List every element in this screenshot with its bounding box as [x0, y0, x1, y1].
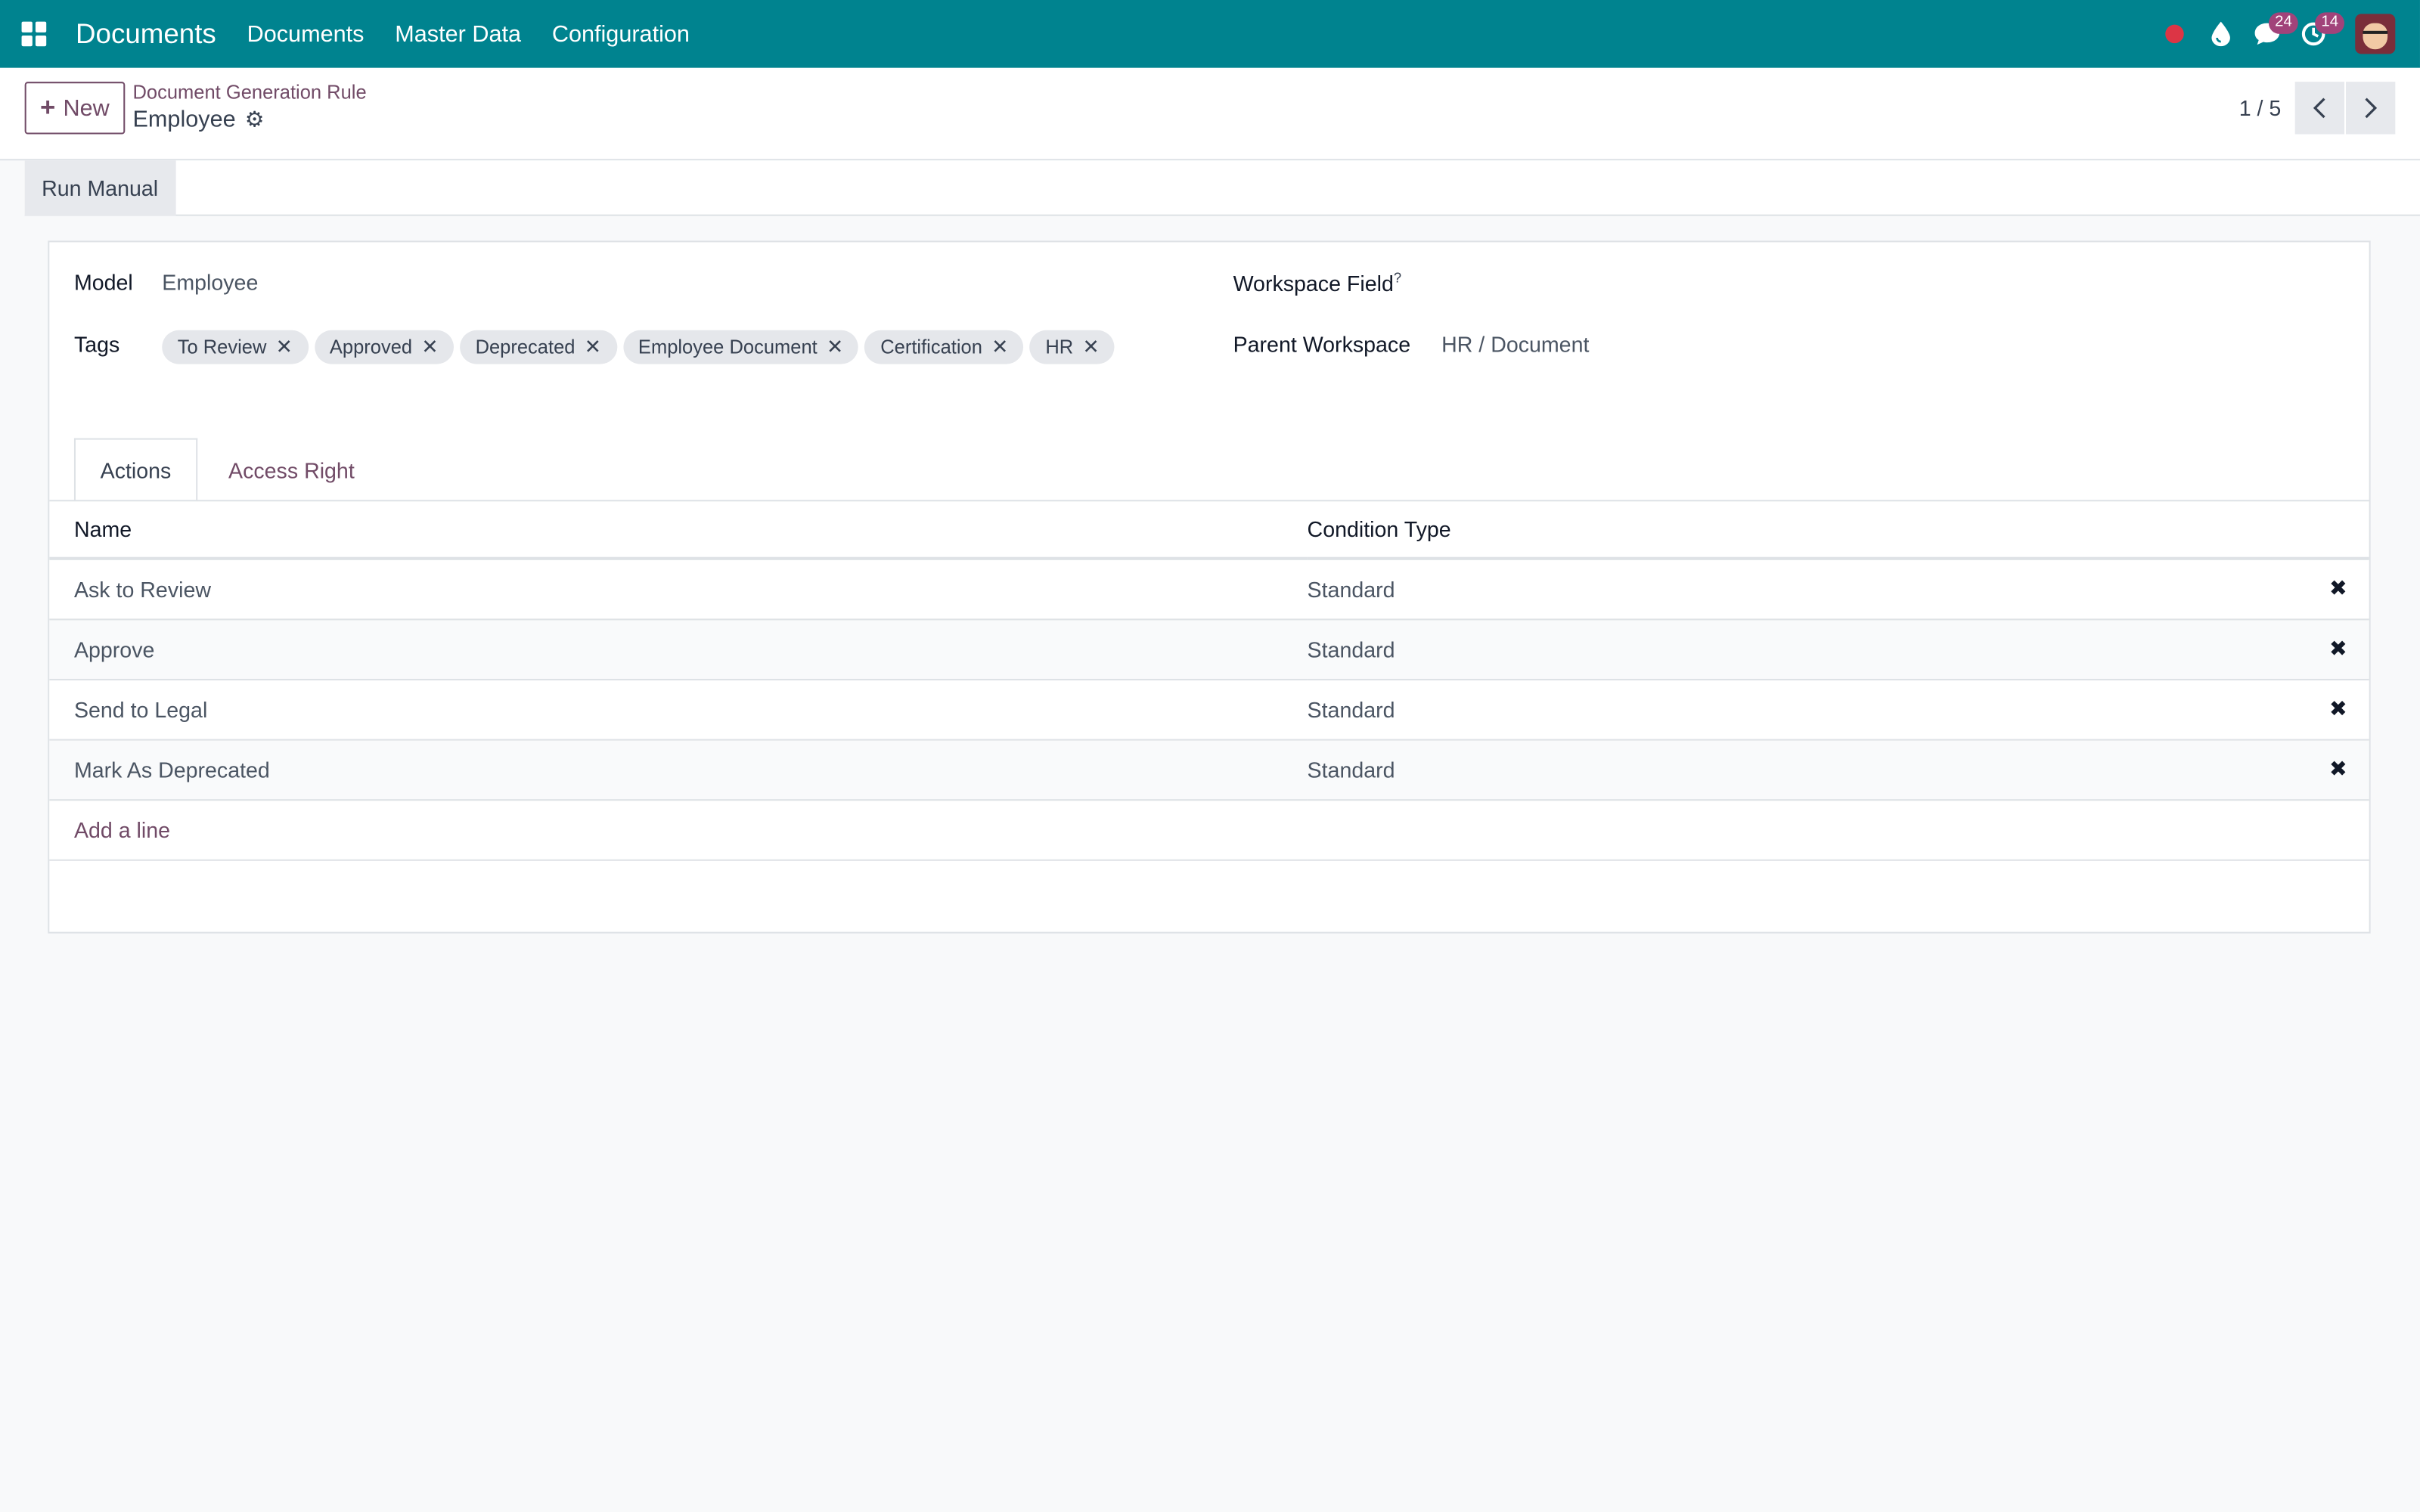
row-name[interactable]: Mark As Deprecated: [49, 739, 1308, 801]
column-header-delete: [2307, 500, 2369, 560]
tab-actions[interactable]: Actions: [73, 438, 198, 502]
row-name[interactable]: Approve: [49, 618, 1308, 680]
menu-master-data[interactable]: Master Data: [380, 21, 537, 48]
activities-clock-icon[interactable]: 14: [2291, 0, 2345, 68]
tags-field[interactable]: To Review ✕ Approved ✕ Deprecated ✕ Employe…: [162, 330, 1115, 364]
messages-icon[interactable]: 24: [2244, 0, 2299, 68]
workspace-field-label: Workspace Field?: [1233, 270, 1402, 296]
tag-chip: Deprecated ✕: [460, 330, 617, 364]
workspace-field-label-text: Workspace Field: [1233, 271, 1394, 296]
app-root: Documents Documents Master Data Configur…: [0, 0, 2420, 1512]
add-line-link[interactable]: Add a line: [74, 817, 170, 842]
column-header-name[interactable]: Name: [49, 500, 1308, 560]
pager: 1 / 5: [2239, 82, 2396, 135]
pager-value[interactable]: 1 / 5: [2239, 96, 2282, 121]
tag-label: Approved: [329, 336, 413, 358]
tag-remove-icon[interactable]: ✕: [827, 335, 843, 360]
tag-remove-icon[interactable]: ✕: [421, 335, 438, 360]
menu-documents[interactable]: Documents: [231, 21, 380, 48]
record-title-text: Employee: [132, 106, 236, 133]
new-button[interactable]: + New: [24, 82, 126, 135]
top-navbar: Documents Documents Master Data Configur…: [0, 0, 2420, 68]
pager-previous-button[interactable]: [2294, 82, 2344, 135]
user-avatar[interactable]: [2355, 14, 2396, 54]
delete-row-icon[interactable]: ✖: [2329, 696, 2347, 720]
menu-configuration[interactable]: Configuration: [536, 21, 705, 48]
record-title: Employee ⚙: [133, 107, 265, 133]
row-name[interactable]: Send to Legal: [49, 678, 1308, 740]
breadcrumb[interactable]: Document Generation Rule: [133, 82, 367, 104]
actions-table: Name Condition Type Ask to Review Standa…: [49, 500, 2369, 860]
tag-remove-icon[interactable]: ✕: [585, 335, 601, 360]
plus-icon: +: [40, 92, 56, 122]
tag-chip: Certification ✕: [864, 330, 1024, 364]
table-row[interactable]: Approve Standard ✖: [49, 618, 2369, 680]
new-button-label: New: [63, 94, 110, 122]
tag-chip: To Review ✕: [162, 330, 309, 364]
delete-row-icon[interactable]: ✖: [2329, 756, 2347, 781]
tag-remove-icon[interactable]: ✕: [991, 335, 1008, 360]
tag-label: Employee Document: [638, 336, 818, 358]
pager-next-button[interactable]: [2346, 82, 2396, 135]
systray: 24 14: [2152, 0, 2420, 68]
run-manual-button[interactable]: Run Manual: [24, 160, 175, 216]
drop-icon[interactable]: [2198, 0, 2244, 68]
tag-remove-icon[interactable]: ✕: [276, 335, 293, 360]
add-line-row: Add a line: [49, 799, 2369, 860]
parent-workspace-label: Parent Workspace: [1233, 331, 1411, 357]
table-row[interactable]: Mark As Deprecated Standard ✖: [49, 739, 2369, 801]
model-label: Model: [73, 270, 133, 295]
status-bar: Run Manual: [24, 160, 2420, 216]
row-condition-type[interactable]: Standard: [1307, 678, 2307, 740]
tag-label: Certification: [880, 336, 982, 358]
tag-chip: HR ✕: [1029, 330, 1115, 364]
table-header-row: Name Condition Type: [49, 500, 2369, 560]
row-condition-type[interactable]: Standard: [1307, 618, 2307, 680]
row-name[interactable]: Ask to Review: [49, 558, 1308, 620]
record-status-icon[interactable]: [2152, 0, 2198, 68]
chevron-right-icon: [2365, 98, 2378, 119]
chevron-left-icon: [2313, 98, 2325, 119]
column-header-condition-type[interactable]: Condition Type: [1307, 500, 2307, 560]
delete-row-icon[interactable]: ✖: [2329, 636, 2347, 661]
tab-access-right[interactable]: Access Right: [203, 438, 379, 502]
tag-label: Deprecated: [475, 336, 576, 358]
help-tooltip-icon[interactable]: ?: [1394, 270, 1401, 285]
form-sheet: Model Employee Tags To Review ✕ Approved ✕…: [48, 240, 2371, 934]
apps-menu-icon[interactable]: [0, 0, 68, 68]
table-row[interactable]: Ask to Review Standard ✖: [49, 558, 2369, 620]
row-condition-type[interactable]: Standard: [1307, 558, 2307, 620]
tag-remove-icon[interactable]: ✕: [1082, 335, 1099, 360]
row-condition-type[interactable]: Standard: [1307, 739, 2307, 801]
tag-label: To Review: [177, 336, 267, 358]
parent-workspace-field[interactable]: HR / Document: [1441, 332, 1589, 357]
tags-label: Tags: [73, 331, 120, 357]
tag-chip: Approved ✕: [314, 330, 454, 364]
tag-chip: Employee Document ✕: [622, 330, 859, 364]
activities-badge: 14: [2315, 12, 2345, 34]
table-row[interactable]: Send to Legal Standard ✖: [49, 678, 2369, 740]
model-field[interactable]: Employee: [162, 270, 258, 295]
tag-label: HR: [1045, 336, 1074, 358]
app-title[interactable]: Documents: [76, 17, 216, 50]
gear-icon[interactable]: ⚙: [245, 107, 265, 133]
delete-row-icon[interactable]: ✖: [2329, 576, 2347, 601]
